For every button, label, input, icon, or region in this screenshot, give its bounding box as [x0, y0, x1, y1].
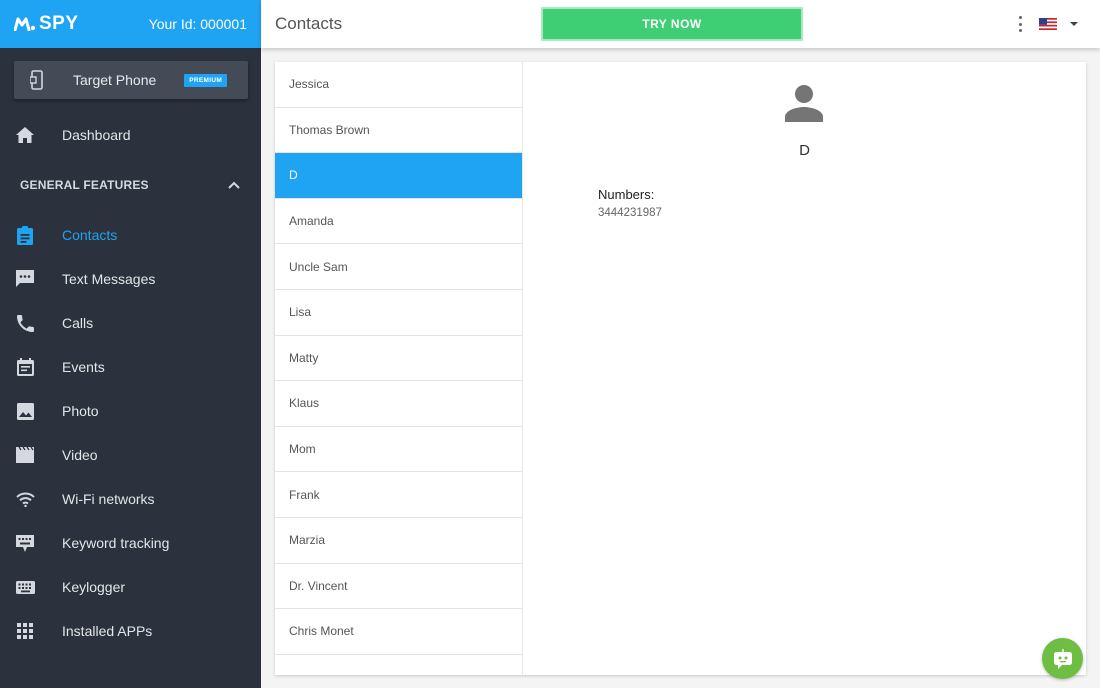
brand-bar: SPY Your Id: 000001: [0, 0, 261, 48]
wifi-icon: [15, 489, 35, 509]
sidebar-item-label: Installed APPs: [62, 623, 153, 639]
mspy-logo[interactable]: SPY: [14, 13, 79, 35]
contact-list-item[interactable]: Mom: [275, 427, 522, 473]
keyword-icon: [15, 533, 35, 553]
apps-grid-icon: [15, 621, 35, 641]
contact-list-item[interactable]: Matty: [275, 336, 522, 382]
contact-list-item[interactable]: Uncle Sam: [275, 244, 522, 290]
movie-icon: [15, 445, 35, 465]
general-features-section-toggle[interactable]: GENERAL FEATURES: [20, 177, 240, 193]
contact-list-item[interactable]: Amanda: [275, 199, 522, 245]
contact-list: Jessica Thomas Brown D Amanda Uncle Sam Lisa M…: [275, 62, 523, 675]
sidebar-item-label: Dashboard: [62, 127, 131, 143]
contact-list-item[interactable]: D: [275, 153, 522, 199]
sidebar-item-keylogger[interactable]: Keylogger: [0, 572, 261, 602]
sidebar-item-photo[interactable]: Photo: [0, 396, 261, 426]
us-flag-icon[interactable]: [1039, 18, 1057, 30]
sidebar-item-wifi-networks[interactable]: Wi-Fi networks: [0, 484, 261, 514]
contacts-panel: Jessica Thomas Brown D Amanda Uncle Sam Lisa M…: [275, 62, 1086, 675]
phone-number: 3444231987: [598, 207, 662, 219]
section-title: GENERAL FEATURES: [20, 178, 149, 192]
sidebar-item-events[interactable]: Events: [0, 352, 261, 382]
sidebar-item-label: Contacts: [62, 227, 118, 243]
logo-text: SPY: [39, 13, 79, 34]
logo-m-icon: [14, 17, 36, 31]
sidebar-item-installed-apps[interactable]: Installed APPs: [0, 616, 261, 646]
sidebar-item-label: Video: [62, 447, 98, 463]
target-phone-label: Target Phone: [73, 72, 157, 88]
sidebar-item-label: Events: [62, 359, 105, 375]
sidebar: SPY Your Id: 000001 Target Phone PREMIUM…: [0, 0, 261, 688]
user-id: Your Id: 000001: [148, 16, 247, 32]
sidebar-item-dashboard[interactable]: Dashboard: [0, 120, 261, 150]
contact-list-item[interactable]: Frank: [275, 472, 522, 518]
sidebar-item-keyword-tracking[interactable]: Keyword tracking: [0, 528, 261, 558]
numbers-label: Numbers:: [598, 187, 655, 202]
sidebar-item-calls[interactable]: Calls: [0, 308, 261, 338]
sidebar-item-label: Keylogger: [62, 579, 126, 595]
contact-list-item[interactable]: Dr. Vincent: [275, 564, 522, 610]
try-now-button[interactable]: TRY NOW: [541, 7, 803, 41]
contact-list-item[interactable]: Marzia: [275, 518, 522, 564]
image-icon: [15, 401, 35, 421]
contact-list-item[interactable]: Jessica: [275, 62, 522, 108]
contact-name: D: [799, 142, 810, 159]
sidebar-item-contacts[interactable]: Contacts: [0, 220, 261, 250]
phone-icon: [15, 313, 35, 333]
contact-list-item[interactable]: Klaus: [275, 381, 522, 427]
calendar-icon: [15, 357, 35, 377]
target-phone-selector[interactable]: Target Phone PREMIUM: [14, 61, 248, 99]
keyboard-icon: [15, 577, 35, 597]
contact-list-item[interactable]: Lisa: [275, 290, 522, 336]
sidebar-item-text-messages[interactable]: Text Messages: [0, 264, 261, 294]
contacts-icon: [15, 225, 35, 245]
chat-support-button[interactable]: [1042, 638, 1083, 679]
sidebar-item-label: Photo: [62, 403, 99, 419]
contact-list-item[interactable]: Chris Monet: [275, 609, 522, 655]
contact-list-item[interactable]: Thomas Brown: [275, 108, 522, 154]
sidebar-item-label: Calls: [62, 315, 94, 331]
sidebar-item-label: Text Messages: [62, 271, 156, 287]
premium-badge: PREMIUM: [184, 73, 228, 87]
page-title: Contacts: [275, 14, 343, 33]
sidebar-item-video[interactable]: Video: [0, 440, 261, 470]
home-icon: [15, 125, 35, 145]
contact-detail: D Numbers: 3444231987: [523, 62, 1086, 675]
person-avatar-icon: [785, 85, 823, 122]
more-options-icon[interactable]: [1017, 16, 1023, 32]
sidebar-item-label: Wi-Fi networks: [62, 491, 155, 507]
chevron-up-icon: [228, 181, 240, 189]
chatbot-icon: [1053, 648, 1072, 669]
language-dropdown-caret-icon[interactable]: [1070, 22, 1078, 26]
message-icon: [15, 269, 35, 289]
top-bar: Contacts TRY NOW: [261, 0, 1100, 48]
phone-device-icon: [28, 70, 46, 90]
sidebar-item-label: Keyword tracking: [62, 535, 170, 551]
